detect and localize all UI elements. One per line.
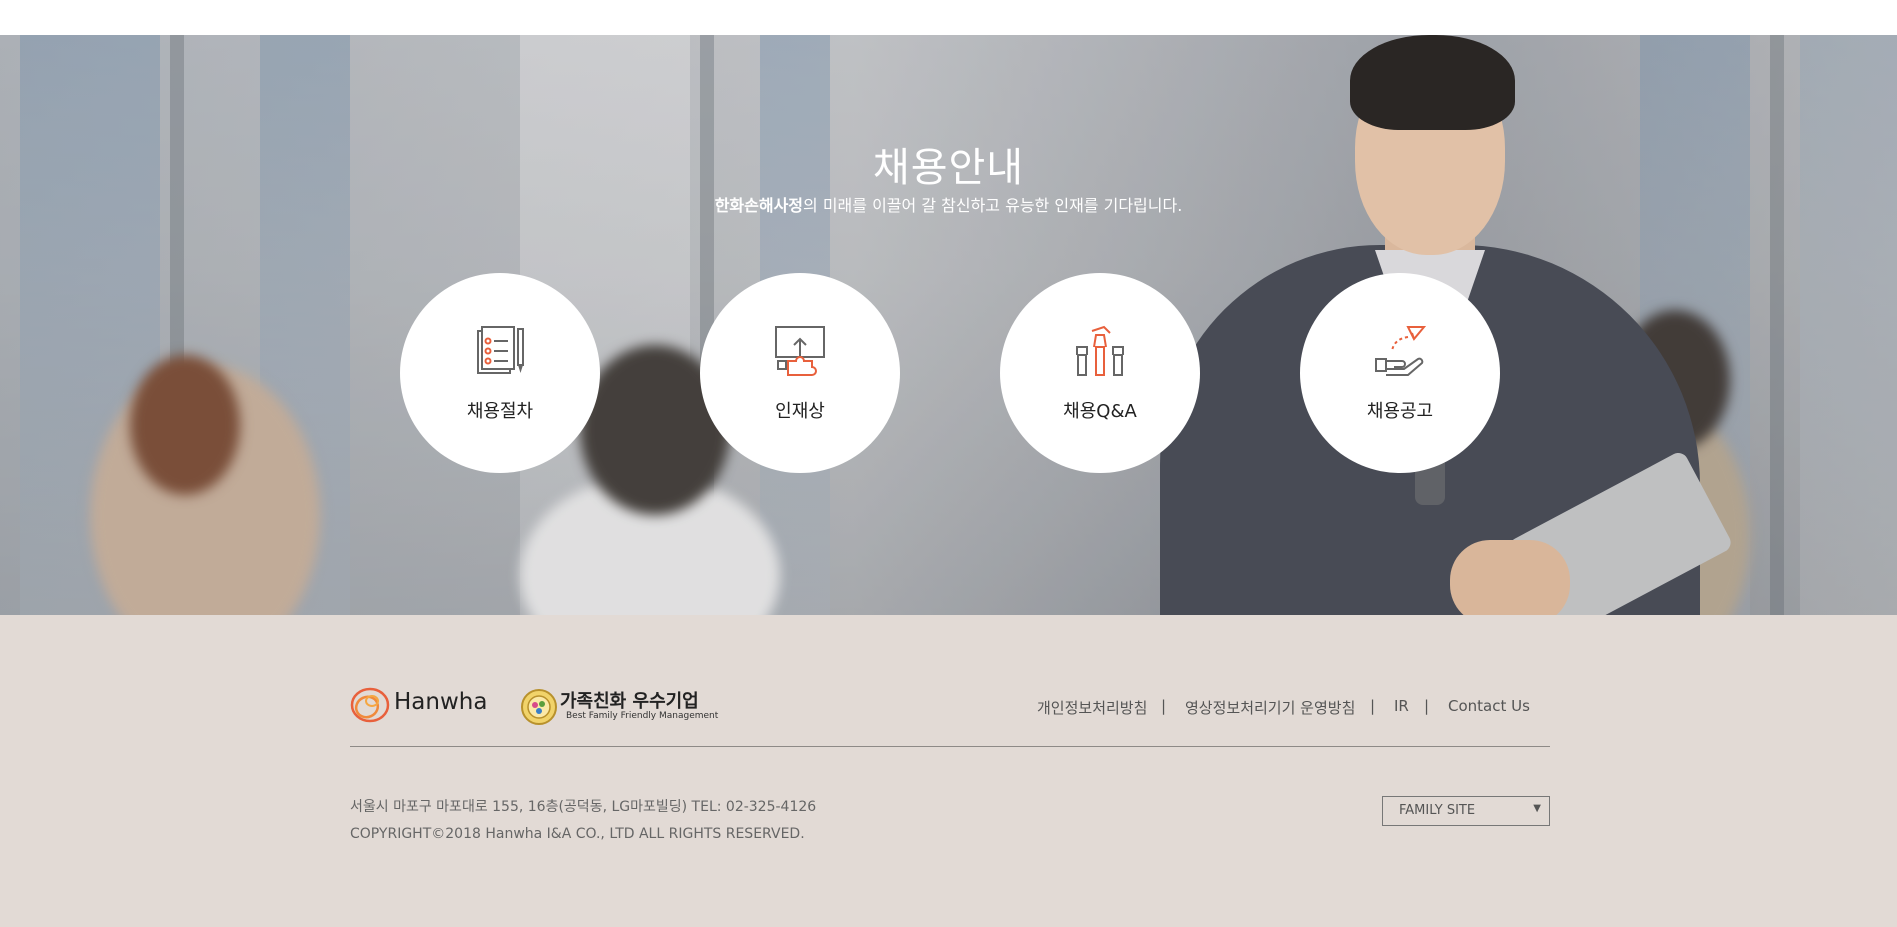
recruit-hero: 채용안내 한화손해사정의 미래를 이끌어 갈 참신하고 유능한 인재를 기다립니… bbox=[0, 35, 1897, 615]
family-site-selected-value: FAMILY SITE bbox=[1399, 803, 1476, 818]
hand-paper-plane-icon bbox=[1375, 326, 1426, 376]
company-address: 서울시 마포구 마포대로 155, 16층(공덕동, LG마포빌딩) TEL: … bbox=[350, 799, 817, 815]
job-posting-label: 채용공고 bbox=[1366, 401, 1434, 422]
footer-divider bbox=[350, 746, 1550, 747]
hero-overlay bbox=[0, 35, 1897, 615]
privacy-policy-link[interactable]: 개인정보처리방침 bbox=[1037, 697, 1147, 718]
top-bar bbox=[0, 0, 1897, 35]
puzzle-icon bbox=[775, 326, 825, 376]
family-friendly-subtitle: Best Family Friendly Management bbox=[566, 711, 719, 721]
document-checklist-icon bbox=[477, 326, 524, 374]
company-name: 한화손해사정 bbox=[714, 196, 804, 215]
ideal-talent-button[interactable]: 인재상 bbox=[700, 273, 900, 473]
link-separator: | bbox=[1370, 697, 1376, 715]
recruit-process-button[interactable]: 채용절차 bbox=[400, 273, 600, 473]
link-separator: | bbox=[1161, 697, 1167, 715]
family-friendly-logo: 가족친화 우수기업 Best Family Friendly Managemen… bbox=[520, 687, 718, 727]
recruit-process-label: 채용절차 bbox=[466, 401, 534, 422]
recruit-qna-label: 채용Q&A bbox=[1063, 401, 1137, 422]
hanwha-logo[interactable]: Hanwha bbox=[350, 685, 490, 725]
ir-link[interactable]: IR bbox=[1394, 697, 1409, 715]
recruit-qna-button[interactable]: 채용Q&A bbox=[1000, 273, 1200, 473]
page-title: 채용안내 bbox=[872, 145, 1025, 191]
cctv-policy-link[interactable]: 영상정보처리기기 운영방침 bbox=[1185, 697, 1355, 718]
ideal-talent-label: 인재상 bbox=[775, 401, 825, 422]
hanwha-wordmark: Hanwha bbox=[394, 689, 488, 715]
family-friendly-emblem-icon bbox=[521, 689, 557, 725]
subtitle-text: 의 미래를 이끌어 갈 참신하고 유능한 인재를 기다립니다. bbox=[803, 196, 1183, 215]
job-posting-button[interactable]: 채용공고 bbox=[1300, 273, 1500, 473]
page-subtitle: 한화손해사정의 미래를 이끌어 갈 참신하고 유능한 인재를 기다립니다. bbox=[0, 192, 1897, 216]
family-friendly-title: 가족친화 우수기업 bbox=[560, 691, 699, 712]
chevron-down-icon: ▼ bbox=[1533, 803, 1541, 814]
contact-us-link[interactable]: Contact Us bbox=[1448, 697, 1530, 715]
copyright-text: COPYRIGHT©2018 Hanwha I&A CO., LTD ALL R… bbox=[350, 826, 805, 842]
family-site-select[interactable]: FAMILY SITE ▼ bbox=[1382, 796, 1550, 826]
footer-links: 개인정보처리방침 | 영상정보처리기기 운영방침 | IR | Contact … bbox=[1030, 697, 1530, 719]
raised-hands-icon bbox=[1076, 325, 1124, 376]
hanwha-logo-icon bbox=[350, 687, 390, 723]
site-footer: Hanwha 가족친화 우수기업 Best Family Friendly Ma… bbox=[0, 615, 1897, 927]
link-separator: | bbox=[1424, 697, 1430, 715]
